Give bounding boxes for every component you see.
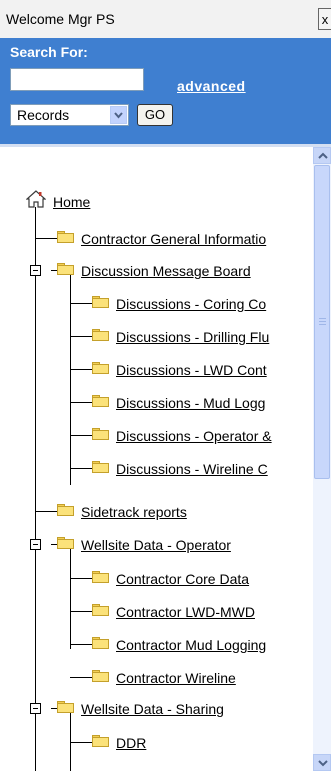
chevron-down-icon[interactable] bbox=[110, 106, 127, 124]
tree-line bbox=[70, 644, 92, 645]
tree-line bbox=[70, 677, 92, 678]
folder-icon bbox=[57, 231, 74, 243]
scroll-down-button[interactable] bbox=[313, 754, 331, 771]
tree-label: Discussions - Mud Logg bbox=[116, 395, 266, 411]
tree-label: Wellsite Data - Sharing bbox=[81, 701, 224, 717]
tree-line bbox=[35, 207, 36, 771]
tree-label: Contractor General Informatio bbox=[81, 231, 267, 247]
tree-label: Discussions - Drilling Flu bbox=[116, 329, 270, 345]
tree-label: Wellsite Data - Operator bbox=[81, 537, 231, 553]
folder-icon bbox=[92, 428, 109, 440]
folder-icon bbox=[92, 604, 109, 616]
collapse-toggle[interactable] bbox=[30, 539, 41, 550]
tree-label: Contractor Mud Logging bbox=[116, 637, 267, 653]
go-button[interactable]: GO bbox=[137, 104, 173, 126]
close-button[interactable]: x bbox=[318, 8, 331, 30]
folder-icon bbox=[57, 537, 74, 549]
title-bar: Welcome Mgr PS x bbox=[0, 0, 331, 38]
welcome-text: Welcome Mgr PS bbox=[6, 11, 115, 27]
tree-label: Contractor Wireline bbox=[116, 670, 236, 686]
tree-label: Sidetrack reports bbox=[81, 504, 187, 520]
tree-line bbox=[70, 435, 92, 436]
scrollbar-thumb[interactable] bbox=[314, 165, 330, 479]
search-scope-select[interactable]: Records bbox=[10, 104, 129, 126]
scroll-up-button[interactable] bbox=[313, 147, 331, 164]
tree-line bbox=[70, 742, 92, 743]
tree-label: Home bbox=[53, 194, 91, 210]
search-panel: Search For: advanced Records GO bbox=[0, 38, 331, 144]
tree-label: Discussions - Operator & bbox=[116, 428, 272, 444]
tree-line bbox=[70, 303, 92, 304]
search-input[interactable] bbox=[10, 68, 144, 91]
folder-icon bbox=[92, 670, 109, 682]
collapse-toggle[interactable] bbox=[30, 703, 41, 714]
tree-label: Contractor LWD-MWD bbox=[116, 604, 255, 620]
tree-label: Discussions - Wireline C bbox=[116, 461, 268, 477]
tree-label: Discussion Message Board bbox=[81, 263, 251, 279]
folder-icon bbox=[92, 637, 109, 649]
tree-line bbox=[70, 336, 92, 337]
tree-label: Discussions - Coring Co bbox=[116, 296, 267, 312]
tree-line bbox=[70, 275, 71, 485]
advanced-search-link[interactable]: advanced bbox=[177, 78, 246, 94]
tree-label: Discussions - LWD Cont bbox=[116, 362, 267, 378]
collapse-toggle[interactable] bbox=[30, 265, 41, 276]
tree-label: Contractor Core Data bbox=[116, 571, 250, 587]
folder-icon bbox=[57, 263, 74, 275]
folder-icon bbox=[92, 362, 109, 374]
navigation-tree: Home Contractor General Informatio Discu… bbox=[0, 147, 313, 771]
folder-icon bbox=[92, 329, 109, 341]
folder-icon bbox=[92, 296, 109, 308]
tree-line bbox=[70, 611, 92, 612]
vertical-scrollbar[interactable] bbox=[313, 147, 331, 771]
search-scope-value: Records bbox=[17, 107, 70, 123]
folder-icon bbox=[92, 571, 109, 583]
tree-label: DDR bbox=[116, 735, 147, 751]
tree-line bbox=[70, 369, 92, 370]
folder-icon bbox=[92, 735, 109, 747]
chevron-up-icon bbox=[318, 152, 328, 159]
tree-line bbox=[35, 238, 57, 239]
search-label: Search For: bbox=[10, 44, 88, 60]
folder-icon bbox=[57, 701, 74, 713]
tree-line bbox=[70, 468, 92, 469]
folder-icon bbox=[92, 395, 109, 407]
tree-line bbox=[70, 402, 92, 403]
tree-line bbox=[70, 549, 71, 649]
chevron-down-icon bbox=[318, 760, 328, 767]
folder-icon bbox=[92, 461, 109, 473]
home-icon bbox=[26, 190, 46, 208]
tree-line bbox=[35, 511, 57, 512]
tree-line bbox=[70, 578, 92, 579]
folder-icon bbox=[57, 504, 74, 516]
